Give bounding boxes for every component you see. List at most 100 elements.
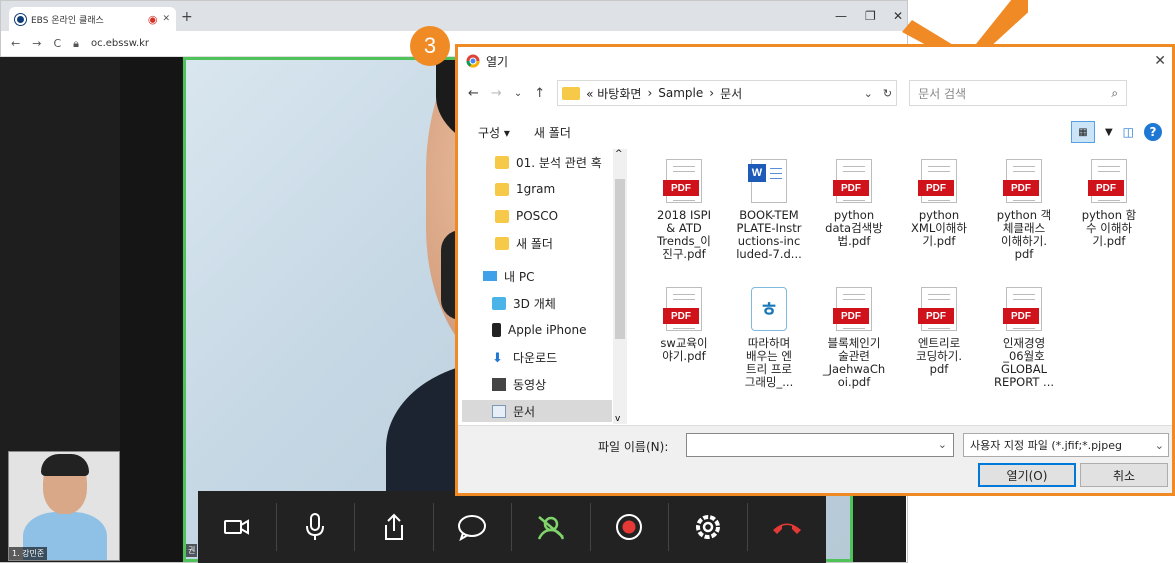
participant-thumbnail[interactable]: 1. 강민준 (8, 451, 120, 561)
settings-button[interactable] (669, 503, 748, 551)
filename-dropdown-icon[interactable]: ⌄ (938, 438, 947, 451)
tab-close-icon[interactable]: ✕ (162, 14, 170, 24)
file-item[interactable]: PDF python 객 체클래스 이해하기. pdf (983, 159, 1065, 261)
nav-back-icon[interactable]: ← (468, 86, 479, 101)
nav-item-8[interactable]: 동영상 (492, 373, 546, 395)
restore-button[interactable]: ❐ (865, 9, 876, 23)
file-item[interactable]: PDF sw교육이 야기.pdf (643, 287, 725, 363)
nav-item-7[interactable]: ⬇ 다운로드 (492, 346, 557, 368)
nav-item-4[interactable]: 내 PC (483, 265, 534, 287)
refresh-icon[interactable]: ↻ (879, 87, 896, 100)
doc-icon (492, 404, 506, 418)
pdf-badge: PDF (918, 180, 954, 196)
reload-icon[interactable]: C (53, 37, 61, 50)
filename-input[interactable]: ⌄ (686, 433, 954, 457)
share-button[interactable] (355, 503, 434, 551)
new-folder-button[interactable]: 새 폴더 (534, 124, 571, 141)
cancel-button[interactable]: 취소 (1080, 463, 1168, 487)
breadcrumb-item[interactable]: 문서 (720, 85, 742, 102)
file-item[interactable]: ㅎ 따라하며 배우는 엔 트리 프로 그래밍_... (728, 287, 810, 389)
file-item[interactable]: PDF 2018 ISPI & ATD Trends_이 진구.pdf (643, 159, 725, 261)
nav-item-2[interactable]: POSCO (495, 205, 558, 227)
browser-tab[interactable]: EBS 온라인 클래스 ◉ ✕ (9, 7, 176, 31)
settings-icon (695, 515, 720, 539)
folder-icon (495, 155, 509, 169)
word-badge: W (748, 164, 766, 182)
dialog-footer: 파일 이름(N): ⌄ 사용자 지정 파일 (*.jfif;*.pjpeg ⌄ … (458, 425, 1172, 493)
file-name-line: 법.pdf (837, 234, 871, 248)
recent-dropdown-icon[interactable]: ⌄ (514, 88, 522, 99)
dialog-close-icon[interactable]: ✕ (1154, 53, 1166, 69)
minimize-button[interactable]: — (835, 9, 847, 23)
file-item[interactable]: W BOOK-TEM PLATE-Instr uctions-inc luded-7.d… (728, 159, 810, 261)
file-name-line: 기.pdf (1092, 234, 1126, 248)
record-button[interactable] (591, 503, 670, 551)
pdf-badge: PDF (1003, 180, 1039, 196)
nav-item-3[interactable]: 새 폴더 (495, 232, 553, 254)
entry-file-icon: ㅎ (751, 287, 787, 331)
path-breadcrumb[interactable]: « 바탕화면 › Sample › 문서 ⌄ ↻ (557, 80, 898, 106)
preview-pane-icon[interactable]: ◫ (1123, 125, 1134, 139)
file-item[interactable]: PDF python data검색방 법.pdf (813, 159, 895, 248)
breadcrumb-item[interactable]: Sample (658, 86, 703, 100)
dialog-nav-row: ← → ⌄ ↑ « 바탕화면 › Sample › 문서 ⌄ ↻ 문서 검색 ⌕ (458, 75, 1172, 111)
pdf-file-icon: PDF (1003, 159, 1042, 203)
nav-item-1[interactable]: 1gram (495, 178, 555, 200)
nav-item-label: 내 PC (504, 269, 535, 284)
participants-button[interactable] (512, 503, 591, 551)
open-button[interactable]: 열기(O) (978, 463, 1076, 487)
url-text[interactable]: oc.ebssw.kr (91, 38, 149, 49)
nav-item-label: 1gram (516, 182, 556, 196)
view-mode-icon[interactable]: ▦ (1070, 121, 1095, 143)
filetype-dropdown-icon: ⌄ (1154, 438, 1164, 452)
nav-item-5[interactable]: 3D 개체 (492, 292, 556, 314)
file-name-line: 진구.pdf (662, 247, 706, 261)
view-dropdown-icon[interactable]: ▼ (1105, 127, 1113, 138)
chat-button[interactable] (434, 503, 513, 551)
nav-item-6[interactable]: Apple iPhone (492, 319, 586, 341)
download-icon: ⬇ (492, 350, 503, 366)
pdf-file-icon: PDF (918, 159, 957, 203)
meeting-toolbar (198, 491, 826, 563)
file-name-line: 그래밍_... (744, 375, 794, 389)
file-item[interactable]: PDF python 함수 이해하 기.pdf (1068, 159, 1150, 248)
nav-item-0[interactable]: 01. 분석 관련 혹 (495, 151, 602, 173)
filetype-value: 사용자 지정 파일 (*.jfif;*.pjpeg (970, 439, 1122, 452)
camera-button[interactable] (198, 503, 277, 551)
search-input[interactable]: 문서 검색 ⌕ (909, 80, 1128, 106)
tab-title: EBS 온라인 클래스 (31, 15, 104, 26)
scroll-thumb[interactable] (615, 179, 625, 339)
nav-item-9[interactable]: 문서 (462, 400, 612, 422)
nav-item-label: 동영상 (513, 377, 547, 392)
nav-scrollbar[interactable]: ^ v (613, 149, 627, 424)
mic-button[interactable] (277, 503, 356, 551)
file-item[interactable]: PDF 엔트리로 코딩하기. pdf (898, 287, 980, 376)
file-name-line: 기.pdf (922, 234, 956, 248)
dialog-titlebar: 열기 ✕ (458, 47, 1172, 75)
search-placeholder: 문서 검색 (918, 86, 967, 101)
organize-button[interactable]: 구성 ▾ (478, 124, 510, 141)
hangup-button[interactable] (748, 503, 826, 551)
pdf-file-icon: PDF (1088, 159, 1127, 203)
breadcrumb-item[interactable]: « 바탕화면 (586, 85, 641, 102)
nav-up-icon[interactable]: ↑ (534, 86, 545, 101)
scroll-up-icon[interactable]: ^ (615, 149, 623, 159)
recording-indicator-icon: ◉ (147, 12, 158, 26)
back-icon[interactable]: ← (11, 37, 20, 50)
nav-item-label: 3D 개체 (513, 296, 556, 311)
file-item[interactable]: PDF 인재경영 _06월호 GLOBAL REPORT ... (983, 287, 1065, 389)
forward-icon[interactable]: → (32, 37, 41, 50)
speaker-name-label: 권 (186, 544, 198, 557)
help-icon[interactable]: ? (1144, 123, 1162, 141)
path-dropdown-icon[interactable]: ⌄ (864, 87, 873, 100)
nav-item-label: 새 폴더 (516, 236, 553, 251)
nav-item-label: 다운로드 (513, 350, 558, 365)
file-item[interactable]: PDF python XML이해하 기.pdf (898, 159, 980, 248)
nav-forward-icon[interactable]: → (491, 86, 502, 101)
chat-icon (458, 515, 487, 541)
lock-icon: 🔒︎ (73, 36, 79, 50)
new-tab-button[interactable]: + (181, 9, 193, 25)
file-item[interactable]: PDF 블록체인기 술관련 _JaehwaCh oi.pdf (813, 287, 895, 389)
filetype-select[interactable]: 사용자 지정 파일 (*.jfif;*.pjpeg ⌄ (963, 433, 1169, 457)
scroll-down-icon[interactable]: v (615, 414, 620, 424)
